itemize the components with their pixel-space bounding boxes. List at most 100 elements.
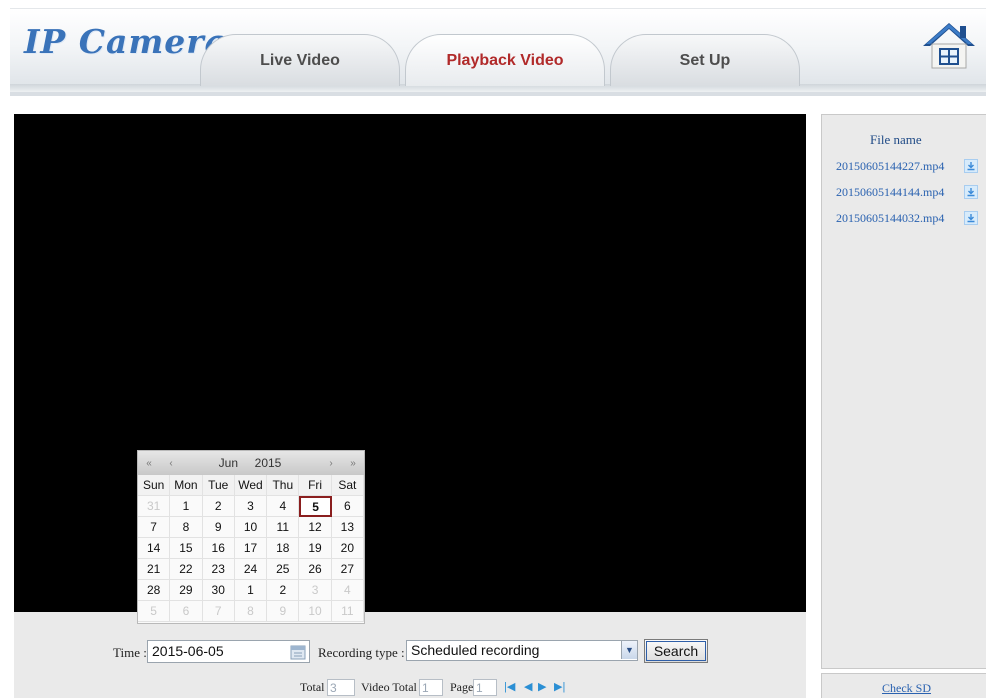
calendar-day[interactable]: 1 (170, 496, 203, 517)
calendar-day[interactable]: 27 (331, 559, 364, 580)
total-value: 3 (330, 681, 337, 695)
download-icon[interactable] (964, 211, 978, 225)
calendar-year[interactable]: 2015 (238, 456, 298, 470)
prev-year-icon[interactable]: « (138, 458, 160, 469)
next-month-icon[interactable]: › (320, 458, 342, 469)
time-label: Time : (113, 645, 147, 660)
calendar-day[interactable]: 19 (299, 538, 332, 559)
app-logo: IP Camera (24, 22, 228, 61)
calendar-day[interactable]: 24 (234, 559, 268, 580)
download-icon[interactable] (964, 185, 978, 199)
check-sd-link[interactable]: Check SD (882, 681, 931, 696)
weekday-label: Thu (267, 475, 300, 496)
tab-playback-video[interactable]: Playback Video (405, 34, 605, 86)
tab-set-up-label: Set Up (679, 51, 731, 69)
tab-playback-video-label: Playback Video (446, 51, 564, 69)
file-link[interactable]: 20150605144144.mp4 (836, 185, 962, 200)
search-button-label: Search (653, 643, 699, 659)
calendar-day[interactable]: 12 (299, 517, 332, 538)
calendar-day[interactable]: 14 (138, 538, 171, 559)
calendar-day[interactable]: 25 (267, 559, 300, 580)
calendar-icon[interactable] (290, 644, 306, 660)
last-page-icon[interactable]: ▶| (554, 680, 565, 693)
search-button[interactable]: Search (644, 639, 708, 663)
calendar-day[interactable]: 11 (331, 601, 364, 622)
page-label: Page (450, 680, 474, 694)
calendar-day[interactable]: 2 (202, 496, 235, 517)
calendar-day[interactable]: 7 (202, 601, 235, 622)
page-input[interactable]: 1 (473, 679, 497, 696)
next-year-icon[interactable]: » (342, 458, 364, 469)
video-player[interactable] (14, 114, 806, 612)
calendar-day[interactable]: 1 (234, 580, 268, 601)
calendar-month[interactable]: Jun (182, 456, 238, 470)
time-input[interactable]: 2015-06-05 (147, 640, 310, 663)
calendar-day[interactable]: 20 (331, 538, 364, 559)
date-picker-popup: « ‹ Jun 2015 › » Sun Mon Tue Wed Thu Fri… (137, 450, 365, 624)
calendar-day[interactable]: 6 (331, 496, 364, 517)
calendar-day[interactable]: 21 (138, 559, 171, 580)
chevron-down-icon[interactable]: ▼ (621, 641, 637, 659)
header-divider (10, 92, 986, 96)
download-icon[interactable] (964, 159, 978, 173)
calendar-day[interactable]: 30 (202, 580, 235, 601)
calendar-day[interactable]: 9 (267, 601, 300, 622)
file-list-item: 20150605144032.mp4 (836, 210, 978, 226)
calendar-day[interactable]: 4 (267, 496, 300, 517)
calendar-day[interactable]: 10 (234, 517, 268, 538)
prev-month-icon[interactable]: ‹ (160, 458, 182, 469)
calendar-day[interactable]: 23 (202, 559, 235, 580)
page-value: 1 (476, 681, 483, 695)
home-icon[interactable] (920, 20, 978, 70)
weekday-label: Sun (138, 475, 171, 496)
calendar-day[interactable]: 8 (170, 517, 203, 538)
weekday-label: Wed (234, 475, 268, 496)
calendar-grid: Sun Mon Tue Wed Thu Fri Sat 31 1 2 3 4 5 6 7 8 9 1… (138, 475, 364, 622)
calendar-day[interactable]: 18 (267, 538, 300, 559)
recording-type-label: Recording type : (318, 645, 405, 660)
calendar-day[interactable]: 16 (202, 538, 235, 559)
calendar-day[interactable]: 31 (138, 496, 171, 517)
calendar-day[interactable]: 7 (138, 517, 171, 538)
calendar-day[interactable]: 4 (331, 580, 364, 601)
calendar-day[interactable]: 26 (299, 559, 332, 580)
video-total-label: Video Total (361, 680, 417, 694)
weekday-label: Mon (170, 475, 203, 496)
calendar-day[interactable]: 5 (138, 601, 171, 622)
first-page-icon[interactable]: |◀ (504, 680, 515, 693)
calendar-day[interactable]: 17 (234, 538, 268, 559)
weekday-label: Fri (299, 475, 332, 496)
file-list-title: File name (870, 132, 922, 147)
calendar-day[interactable]: 11 (267, 517, 300, 538)
calendar-day[interactable]: 5 (299, 496, 332, 517)
calendar-day[interactable]: 10 (299, 601, 332, 622)
calendar-day[interactable]: 9 (202, 517, 235, 538)
calendar-day[interactable]: 29 (170, 580, 203, 601)
calendar-day[interactable]: 6 (170, 601, 203, 622)
file-link[interactable]: 20150605144227.mp4 (836, 159, 962, 174)
calendar-day[interactable]: 3 (234, 496, 268, 517)
tab-live-video[interactable]: Live Video (200, 34, 400, 86)
file-list-item: 20150605144227.mp4 (836, 158, 978, 174)
file-link[interactable]: 20150605144032.mp4 (836, 211, 962, 226)
calendar-day[interactable]: 15 (170, 538, 203, 559)
weekday-label: Tue (202, 475, 235, 496)
calendar-day[interactable]: 2 (267, 580, 300, 601)
prev-page-icon[interactable]: ◀ (524, 680, 532, 693)
next-page-icon[interactable]: ▶ (538, 680, 546, 693)
total-field: 3 (327, 679, 355, 696)
calendar-day[interactable]: 3 (299, 580, 332, 601)
recording-type-select[interactable]: Scheduled recording (406, 640, 638, 661)
calendar-day[interactable]: 13 (331, 517, 364, 538)
recording-type-value: Scheduled recording (411, 642, 540, 658)
calendar-day[interactable]: 22 (170, 559, 203, 580)
weekday-label: Sat (331, 475, 364, 496)
calendar-header: « ‹ Jun 2015 › » (138, 451, 364, 475)
video-total-value: 1 (422, 681, 429, 695)
tab-set-up[interactable]: Set Up (610, 34, 800, 86)
tab-live-video-label: Live Video (260, 51, 340, 69)
calendar-day[interactable]: 8 (234, 601, 268, 622)
calendar-day[interactable]: 28 (138, 580, 171, 601)
time-value: 2015-06-05 (152, 643, 224, 659)
total-label: Total (300, 680, 325, 694)
